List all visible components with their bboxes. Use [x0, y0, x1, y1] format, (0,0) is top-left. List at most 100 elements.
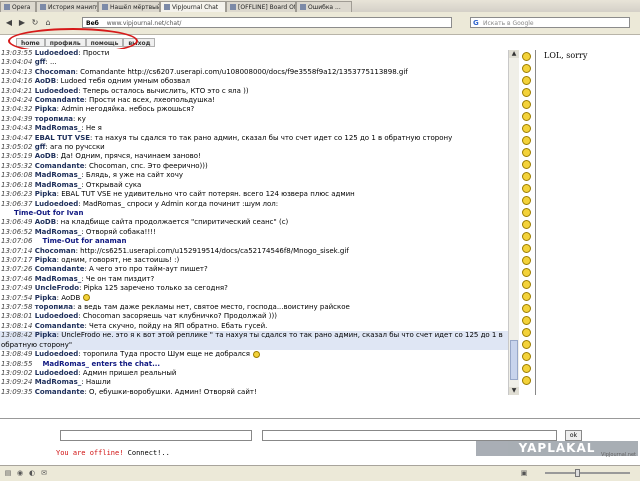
- browser-tab[interactable]: VipJournal Chat: [160, 1, 226, 12]
- message-author[interactable]: Ludoedoed: [35, 200, 79, 208]
- user-list-item[interactable]: LOL, sorry: [536, 50, 638, 62]
- browser-tab[interactable]: Opera: [0, 1, 36, 12]
- back-icon[interactable]: ◀: [4, 18, 14, 28]
- smiley-icon[interactable]: [521, 232, 531, 241]
- speed-dial-icon[interactable]: ◉: [16, 469, 24, 477]
- reload-icon[interactable]: ↻: [30, 18, 40, 28]
- message-author[interactable]: Comandante: [35, 265, 85, 273]
- turbo-icon[interactable]: ◐: [28, 469, 36, 477]
- smiley-icon[interactable]: [521, 328, 531, 337]
- scroll-thumb[interactable]: [510, 340, 518, 380]
- message-author[interactable]: AoDB: [35, 152, 56, 160]
- message-author[interactable]: UncleFrodo: [35, 284, 79, 292]
- message-author[interactable]: Chocoman: [35, 247, 76, 255]
- smiley-icon[interactable]: [521, 172, 531, 181]
- smiley-palette: [520, 52, 532, 392]
- message-author[interactable]: MadRomas_: [35, 378, 82, 386]
- message-author[interactable]: Pipka: [35, 190, 57, 198]
- smiley-icon[interactable]: [521, 148, 531, 157]
- smiley-icon[interactable]: [521, 376, 531, 385]
- chat-message: 13:04:43 MadRomas_: Не я: [0, 124, 518, 133]
- search-input[interactable]: G Искать в Google: [470, 17, 630, 28]
- message-author[interactable]: Comandante: [35, 322, 85, 330]
- message-author[interactable]: Pipka: [35, 294, 57, 302]
- panel-icon[interactable]: ▤: [4, 469, 12, 477]
- message-author[interactable]: AoDB: [35, 218, 56, 226]
- address-field[interactable]: Веб www.vipjournal.net/chat/: [82, 17, 452, 28]
- smiley-icon[interactable]: [521, 316, 531, 325]
- message-author[interactable]: Comandante: [35, 96, 85, 104]
- smiley-icon[interactable]: [521, 244, 531, 253]
- smiley-icon[interactable]: [521, 88, 531, 97]
- smiley-icon[interactable]: [521, 364, 531, 373]
- message-author[interactable]: Comandante: [35, 388, 85, 396]
- smiley-icon[interactable]: [521, 304, 531, 313]
- message-author[interactable]: MadRomas_: [35, 181, 82, 189]
- connect-link[interactable]: Connect!..: [128, 449, 170, 457]
- view-icon[interactable]: ▣: [520, 469, 528, 477]
- smiley-icon[interactable]: [521, 220, 531, 229]
- message-author[interactable]: MadRomas_: [35, 228, 82, 236]
- smiley-icon[interactable]: [521, 352, 531, 361]
- smiley-icon[interactable]: [521, 196, 531, 205]
- message-author[interactable]: AoDB: [35, 77, 56, 85]
- message-author[interactable]: MadRomas_: [35, 275, 82, 283]
- nick-input[interactable]: [60, 430, 252, 441]
- smiley-icon[interactable]: [521, 52, 531, 61]
- smiley-icon[interactable]: [521, 64, 531, 73]
- browser-tab[interactable]: Ошибка ...: [296, 1, 352, 12]
- browser-tab[interactable]: Нашёл мёртвый сайт - ...: [98, 1, 160, 12]
- message-author[interactable]: торопила: [35, 115, 73, 123]
- message-author[interactable]: Ludoedoed: [35, 312, 79, 320]
- smiley-icon[interactable]: [521, 208, 531, 217]
- message-author[interactable]: Ludoedoed: [35, 350, 79, 358]
- message-time: 13:04:43: [1, 124, 33, 133]
- chat-message: 13:08:49 Ludoedoed: торопила Туда просто…: [0, 350, 518, 359]
- message-author[interactable]: gff: [35, 143, 46, 151]
- forward-icon[interactable]: ▶: [17, 18, 27, 28]
- message-author[interactable]: Comandante: [35, 162, 85, 170]
- scroll-down-icon[interactable]: ▼: [509, 387, 519, 395]
- zoom-slider-handle[interactable]: [575, 469, 580, 477]
- smiley-icon[interactable]: [521, 268, 531, 277]
- smiley-icon[interactable]: [521, 76, 531, 85]
- message-author[interactable]: gff: [35, 58, 46, 66]
- message-input[interactable]: [262, 430, 557, 441]
- message-text: : Че он там пиздит?: [81, 274, 155, 283]
- smiley-icon[interactable]: [521, 340, 531, 349]
- message-author[interactable]: Ludoedoed: [35, 87, 79, 95]
- message-author[interactable]: торопила: [35, 303, 73, 311]
- browser-tab[interactable]: [OFFLINE] Board Offline ...: [226, 1, 296, 12]
- message-author[interactable]: Pipka: [35, 331, 57, 339]
- message-text: : Прости: [78, 49, 110, 57]
- message-time: 13:04:16: [1, 77, 33, 86]
- zoom-slider[interactable]: [545, 472, 630, 474]
- smiley-icon[interactable]: [521, 100, 531, 109]
- smiley-icon[interactable]: [521, 124, 531, 133]
- message-author[interactable]: Pipka: [35, 105, 57, 113]
- smiley-icon[interactable]: [521, 280, 531, 289]
- message-author[interactable]: MadRomas_: [35, 171, 82, 179]
- message-author[interactable]: Chocoman: [35, 68, 76, 76]
- browser-tab[interactable]: История манипулятор ...: [36, 1, 98, 12]
- chat-scrollbar[interactable]: ▲ ▼: [508, 50, 519, 395]
- google-icon: G: [473, 19, 479, 27]
- message-author[interactable]: MadRomas_: [35, 124, 82, 132]
- message-input-row: ok: [0, 428, 640, 442]
- unite-icon[interactable]: ✉: [40, 469, 48, 477]
- smiley-icon[interactable]: [521, 292, 531, 301]
- smiley-icon[interactable]: [521, 256, 531, 265]
- smiley-icon[interactable]: [521, 112, 531, 121]
- chat-message: 13:07:58 торопила: а ведь там даже рекла…: [0, 303, 518, 312]
- smiley-icon[interactable]: [521, 160, 531, 169]
- message-author[interactable]: Ludoedoed: [35, 369, 79, 377]
- home-icon[interactable]: ⌂: [43, 18, 53, 28]
- message-author[interactable]: Pipka: [35, 256, 57, 264]
- send-button[interactable]: ok: [565, 430, 582, 441]
- smiley-icon[interactable]: [521, 184, 531, 193]
- message-author[interactable]: EBAL TUT VSE: [35, 134, 90, 142]
- scroll-up-icon[interactable]: ▲: [509, 50, 519, 58]
- message-author[interactable]: Ludoedoed: [35, 49, 79, 57]
- smiley-icon[interactable]: [521, 136, 531, 145]
- chat-message: 13:07:46 MadRomas_: Че он там пиздит?: [0, 275, 518, 284]
